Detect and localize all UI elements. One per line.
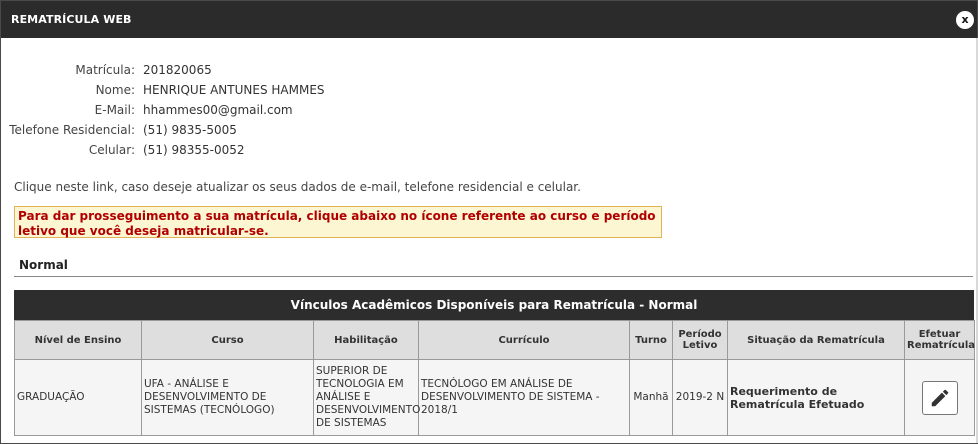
edit-pencil-icon (931, 389, 948, 406)
header-curso: Curso (141, 320, 314, 360)
telefone-label: Telefone Residencial: (9, 123, 135, 137)
window-titlebar: REMATRÍCULA WEB x (1, 1, 977, 38)
email-value: hhammes00@gmail.com (143, 103, 293, 117)
cell-turno: Manhã (629, 359, 673, 436)
efetuar-rematricula-button[interactable] (921, 380, 958, 415)
header-curriculo: Currículo (418, 320, 630, 360)
celular-value: (51) 98355-0052 (143, 143, 245, 157)
table-row: GRADUAÇÃO UFA - ANÁLISE E DESENVOLVIMENT… (14, 359, 975, 436)
vinculos-table: Nível de Ensino Curso Habilitação Curríc… (14, 320, 975, 436)
cell-nivel: GRADUAÇÃO (14, 359, 142, 436)
table-header-row: Nível de Ensino Curso Habilitação Curríc… (14, 320, 975, 360)
nome-row: Nome: HENRIQUE ANTUNES HAMMES (1, 83, 325, 99)
header-nivel: Nível de Ensino (14, 320, 142, 360)
header-periodo: Período Letivo (672, 320, 728, 360)
vinculos-table-container: Vínculos Acadêmicos Disponíveis para Rem… (14, 290, 975, 436)
matricula-value: 201820065 (143, 63, 212, 77)
section-title: Normal (19, 258, 68, 272)
cell-curso: UFA - ANÁLISE E DESENVOLVIMENTO DE SISTE… (141, 359, 314, 436)
instruction-notice: Para dar prosseguimento a sua matrícula,… (14, 206, 662, 238)
nome-label: Nome: (95, 83, 135, 97)
cell-curriculo: TECNÓLOGO EM ANÁLISE DE DESENVOLVIMENTO … (418, 359, 630, 436)
celular-label: Celular: (88, 143, 135, 157)
cell-periodo: 2019-2 N (672, 359, 728, 436)
header-situacao: Situação da Rematrícula (727, 320, 905, 360)
update-data-link[interactable]: Clique neste link, caso deseje atualizar… (14, 180, 581, 194)
celular-row: Celular: (51) 98355-0052 (1, 143, 245, 159)
matricula-label: Matrícula: (75, 63, 135, 77)
close-icon[interactable]: x (956, 11, 974, 29)
header-efetuar: Efetuar Rematrícula (904, 320, 975, 360)
cell-efetuar (904, 359, 975, 436)
cell-situacao: Requerimento de Rematrícula Efetuado (727, 359, 905, 436)
email-label: E-Mail: (94, 103, 135, 117)
email-row: E-Mail: hhammes00@gmail.com (1, 103, 293, 119)
section-divider (14, 276, 973, 277)
window-title: REMATRÍCULA WEB (11, 13, 132, 26)
cell-habilitacao: SUPERIOR DE TECNOLOGIA EM ANÁLISE E DESE… (313, 359, 420, 436)
nome-value: HENRIQUE ANTUNES HAMMES (143, 83, 325, 97)
header-habilitacao: Habilitação (313, 320, 419, 360)
table-title: Vínculos Acadêmicos Disponíveis para Rem… (14, 290, 974, 320)
telefone-row: Telefone Residencial: (51) 9835-5005 (1, 123, 237, 139)
header-turno: Turno (629, 320, 673, 360)
telefone-value: (51) 9835-5005 (143, 123, 237, 137)
matricula-row: Matrícula: 201820065 (1, 63, 211, 79)
